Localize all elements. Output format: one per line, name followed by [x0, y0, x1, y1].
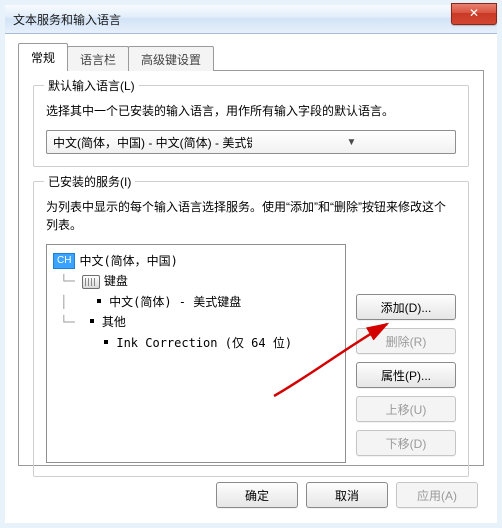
default-language-value: 中文(简体，中国) - 中文(简体) - 美式键盘 [53, 134, 252, 151]
title-bar: 文本服务和输入语言 ✕ [5, 5, 497, 34]
tree-other1-label: Ink Correction (仅 64 位) [116, 333, 292, 353]
installed-services-desc: 为列表中显示的每个输入语言选择服务。使用“添加”和“删除”按钮来修改这个列表。 [46, 198, 456, 234]
tree-connector: └─ [53, 271, 82, 291]
group-default-language-legend: 默认输入语言(L) [44, 77, 139, 94]
chevron-down-icon: ▼ [252, 137, 451, 148]
tree-root[interactable]: CH 中文(简体，中国) [53, 251, 339, 271]
tree-keyboard-node[interactable]: └─ 键盘 [53, 271, 339, 291]
services-button-column: 添加(D)... 删除(R) 属性(P)... 上移(U) 下移(D) [356, 244, 456, 464]
bullet-icon [97, 299, 101, 303]
bullet-icon [104, 340, 108, 344]
tree-other-label: 其他 [102, 312, 126, 332]
group-default-language: 默认输入语言(L) 选择其中一个已安装的输入语言，用作所有输入字段的默认语言。 … [33, 85, 469, 167]
tab-language-bar[interactable]: 语言栏 [67, 46, 129, 71]
move-up-button: 上移(U) [356, 396, 456, 422]
add-button[interactable]: 添加(D)... [356, 294, 456, 320]
ok-button[interactable]: 确定 [216, 482, 298, 508]
tree-keyboard-item[interactable]: │ 中文(简体) - 美式键盘 [53, 292, 339, 312]
services-area: CH 中文(简体，中国) └─ 键盘 │ 中文(简体) - 美式键盘 [46, 244, 456, 464]
tree-keyboard-label: 键盘 [104, 271, 128, 291]
tree-connector [53, 333, 96, 353]
properties-button[interactable]: 属性(P)... [356, 362, 456, 388]
dialog-footer: 确定 取消 应用(A) [216, 482, 478, 508]
spacer [356, 244, 456, 294]
close-button[interactable]: ✕ [451, 3, 497, 25]
services-tree[interactable]: CH 中文(简体，中国) └─ 键盘 │ 中文(简体) - 美式键盘 [46, 244, 346, 463]
cancel-button[interactable]: 取消 [306, 482, 388, 508]
tree-root-label: 中文(简体，中国) [79, 251, 177, 271]
tab-strip: 常规 语言栏 高级键设置 [18, 46, 484, 70]
group-installed-services-legend: 已安装的服务(I) [44, 173, 135, 190]
tab-advanced-keys[interactable]: 高级键设置 [128, 46, 214, 71]
close-icon: ✕ [469, 6, 479, 20]
tree-connector: └─ [53, 312, 82, 332]
tree-other-node[interactable]: └─ 其他 [53, 312, 339, 332]
language-badge-icon: CH [53, 253, 75, 269]
dialog-body: 常规 语言栏 高级键设置 默认输入语言(L) 选择其中一个已安装的输入语言，用作… [10, 38, 492, 518]
keyboard-icon [82, 275, 100, 289]
apply-button: 应用(A) [396, 482, 478, 508]
dialog-window: 文本服务和输入语言 ✕ 常规 语言栏 高级键设置 默认输入语言(L) 选择其中一… [0, 0, 502, 528]
window-title: 文本服务和输入语言 [13, 11, 121, 28]
move-down-button: 下移(D) [356, 430, 456, 456]
tab-general[interactable]: 常规 [18, 43, 68, 71]
group-installed-services: 已安装的服务(I) 为列表中显示的每个输入语言选择服务。使用“添加”和“删除”按… [33, 181, 469, 477]
tree-connector: │ [53, 292, 89, 312]
tab-panel-general: 默认输入语言(L) 选择其中一个已安装的输入语言，用作所有输入字段的默认语言。 … [18, 70, 484, 466]
remove-button: 删除(R) [356, 328, 456, 354]
default-language-desc: 选择其中一个已安装的输入语言，用作所有输入字段的默认语言。 [46, 102, 456, 120]
tree-other-item[interactable]: Ink Correction (仅 64 位) [53, 333, 339, 353]
tree-kb1-label: 中文(简体) - 美式键盘 [109, 292, 241, 312]
bullet-icon [90, 319, 94, 323]
default-language-dropdown[interactable]: 中文(简体，中国) - 中文(简体) - 美式键盘 ▼ [46, 130, 456, 154]
